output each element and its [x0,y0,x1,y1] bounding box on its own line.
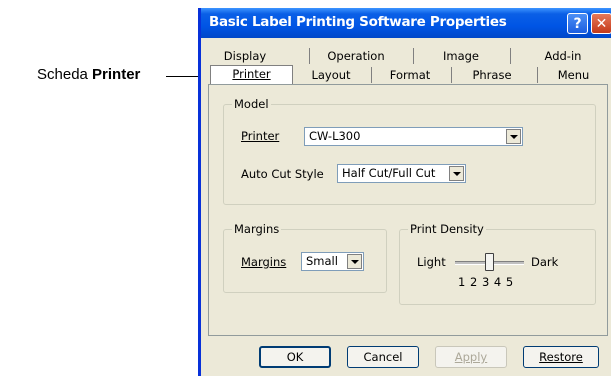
margins-group-label: Margins [232,222,282,236]
margins-select-value: Small [306,254,338,268]
model-group: Model Printer CW-L300 Auto Cut Style Hal… [223,97,596,205]
apply-button-label: Apply [454,350,488,364]
apply-button[interactable]: Apply [435,346,507,368]
tab-printer[interactable]: Printer [210,65,293,84]
tab-add-in[interactable]: Add-in [523,48,603,64]
ok-button[interactable]: OK [259,346,331,368]
tab-layout[interactable]: Layout [296,67,366,83]
chevron-down-icon[interactable] [506,129,521,144]
tab-operation[interactable]: Operation [316,48,396,64]
tab-divider [309,48,310,64]
density-light-label: Light [417,255,446,269]
tab-display[interactable]: Display [215,48,275,64]
tab-divider [510,48,511,64]
help-icon[interactable]: ? [567,13,588,34]
cancel-button[interactable]: Cancel [347,346,419,368]
density-group: Print Density Light Dark 1 2 3 4 5 [399,222,596,305]
tab-divider [537,67,538,83]
tab-menu[interactable]: Menu [541,67,606,83]
margins-label: Margins [241,255,286,269]
autocut-select-value: Half Cut/Full Cut [342,166,436,180]
tab-divider [371,67,372,83]
tab-divider [413,48,414,64]
callout-prefix: Scheda [37,66,93,83]
density-group-label: Print Density [408,222,486,236]
tab-image[interactable]: Image [426,48,496,64]
restore-button-label: Restore [539,350,583,364]
autocut-select[interactable]: Half Cut/Full Cut [337,164,466,183]
callout-label: Scheda Printer [37,66,140,83]
margins-select[interactable]: Small [301,252,364,271]
tab-page-printer: Model Printer CW-L300 Auto Cut Style Hal… [208,84,608,336]
title-bar[interactable]: Basic Label Printing Software Properties… [201,8,611,38]
callout-bold: Printer [92,66,141,83]
margins-label-text: Margins [241,255,287,269]
printer-select[interactable]: CW-L300 [304,127,523,146]
properties-dialog: Basic Label Printing Software Properties… [198,8,611,376]
tab-printer-label: Printer [232,67,271,81]
tab-format[interactable]: Format [376,67,444,83]
tab-phrase[interactable]: Phrase [457,67,527,83]
printer-label-text: Printer [241,129,280,143]
margins-group: Margins Margins Small [223,222,387,293]
model-group-label: Model [232,97,271,111]
autocut-label: Auto Cut Style [241,167,324,181]
printer-select-value: CW-L300 [309,129,361,143]
density-slider-thumb[interactable] [485,253,494,271]
printer-label: Printer [241,129,279,143]
tab-divider [451,67,452,83]
dialog-title: Basic Label Printing Software Properties [209,14,507,30]
density-scale: 1 2 3 4 5 [458,275,514,289]
chevron-down-icon[interactable] [347,254,362,269]
density-dark-label: Dark [531,255,559,269]
close-icon[interactable]: ✕ [591,13,611,34]
chevron-down-icon[interactable] [449,166,464,181]
restore-button[interactable]: Restore [523,346,599,368]
